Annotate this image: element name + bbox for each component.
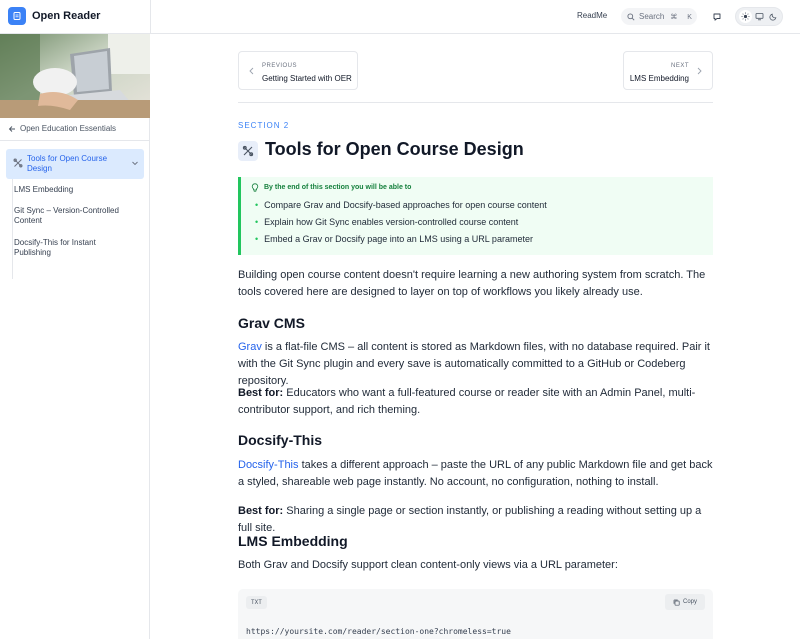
heading-lms-embedding: LMS Embedding: [238, 533, 348, 549]
previous-page-link[interactable]: PREVIOUS Getting Started with OER: [238, 51, 358, 90]
code-block: TXT Copy https://yoursite.com/reader/sec…: [238, 589, 713, 639]
top-bar: Open Reader ReadMe Search ⌘ K: [0, 0, 800, 34]
pager-divider: [238, 102, 713, 103]
next-title: LMS Embedding: [629, 74, 689, 83]
system-theme-button[interactable]: [753, 10, 766, 23]
sun-icon: [741, 12, 749, 21]
sidebar-item-lms-embedding[interactable]: LMS Embedding: [14, 185, 129, 195]
search-input[interactable]: Search ⌘ K: [621, 8, 697, 25]
sidebar-item-docsify-this[interactable]: Docsify-This for Instant Publishing: [14, 238, 129, 258]
back-link[interactable]: Open Education Essentials: [8, 124, 116, 133]
hero-image: [0, 34, 150, 118]
sidebar-item-label: Tools for Open Course Design: [27, 154, 108, 173]
best-for-text: Educators who want a full-featured cours…: [238, 387, 696, 416]
tools-icon: [238, 141, 258, 161]
search-placeholder: Search: [639, 12, 665, 21]
docsify-text: takes a different approach – paste the U…: [238, 459, 713, 488]
main-content: PREVIOUS Getting Started with OER NEXT L…: [151, 34, 800, 639]
code-language-badge: TXT: [246, 596, 267, 609]
chevron-right-icon: [697, 67, 702, 75]
sidebar: Open Education Essentials Tools for Open…: [0, 34, 150, 639]
intro-paragraph: Building open course content doesn't req…: [238, 269, 706, 298]
copy-button[interactable]: Copy: [665, 594, 705, 610]
objective-item: Explain how Git Sync enables version-con…: [255, 217, 518, 227]
monitor-icon: [755, 13, 763, 21]
best-for-label: Best for:: [238, 387, 284, 399]
moon-icon: [768, 13, 776, 21]
docsify-this-link[interactable]: Docsify-This: [238, 459, 299, 471]
best-for-text: Sharing a single page or section instant…: [238, 505, 702, 534]
search-icon: [627, 12, 635, 21]
theme-switcher: [735, 7, 783, 26]
dark-theme-button[interactable]: [767, 10, 780, 23]
grav-paragraph: Grav is a flat-file CMS – all content is…: [238, 339, 714, 390]
page-title: Tools for Open Course Design: [265, 139, 524, 159]
arrow-left-icon: [8, 125, 15, 132]
copy-icon: [673, 599, 680, 606]
header-divider: [150, 0, 151, 34]
copy-label: Copy: [682, 599, 697, 605]
grav-text: is a flat-file CMS – all content is stor…: [238, 341, 710, 387]
objectives-heading-row: By the end of this section you will be a…: [251, 183, 411, 192]
search-shortcut: ⌘ K: [670, 13, 696, 21]
next-page-link[interactable]: NEXT LMS Embedding: [623, 51, 713, 90]
book-icon: [8, 7, 26, 25]
objective-item: Compare Grav and Docsify-based approache…: [255, 200, 547, 210]
previous-label: PREVIOUS: [262, 63, 298, 69]
objectives-callout: By the end of this section you will be a…: [238, 177, 713, 255]
app-title: Open Reader: [32, 10, 101, 22]
grav-best-for: Best for: Educators who want a full-feat…: [238, 385, 714, 419]
next-label: NEXT: [670, 63, 689, 69]
lightbulb-icon: [251, 183, 259, 192]
chat-icon: [713, 13, 721, 21]
light-theme-button[interactable]: [738, 10, 752, 23]
docsify-best-for: Best for: Sharing a single page or secti…: [238, 503, 714, 537]
chat-button[interactable]: [710, 10, 724, 24]
best-for-label: Best for:: [238, 505, 284, 517]
section-label: SECTION 2: [238, 121, 290, 130]
previous-title: Getting Started with OER: [262, 74, 352, 83]
sidebar-item-tools[interactable]: Tools for Open Course Design: [6, 149, 144, 179]
code-content[interactable]: https://yoursite.com/reader/section-one?…: [246, 627, 511, 636]
back-link-label: Open Education Essentials: [20, 124, 117, 133]
lms-paragraph: Both Grav and Docsify support clean cont…: [238, 559, 618, 571]
heading-docsify-this: Docsify-This: [238, 432, 323, 448]
tools-icon: [13, 158, 23, 168]
grav-link[interactable]: Grav: [238, 341, 262, 353]
readme-link[interactable]: ReadMe: [577, 11, 607, 20]
chevron-left-icon: [249, 67, 254, 75]
docsify-paragraph: Docsify-This takes a different approach …: [238, 457, 714, 491]
sidebar-item-git-sync[interactable]: Git Sync – Version-Controlled Content: [14, 206, 129, 226]
chevron-down-icon[interactable]: [131, 159, 139, 167]
objective-item: Embed a Grav or Docsify page into an LMS…: [255, 234, 533, 244]
brand[interactable]: Open Reader: [8, 7, 100, 25]
objectives-heading: By the end of this section you will be a…: [264, 184, 412, 191]
heading-grav-cms: Grav CMS: [238, 315, 305, 331]
sidebar-divider: [0, 140, 150, 141]
